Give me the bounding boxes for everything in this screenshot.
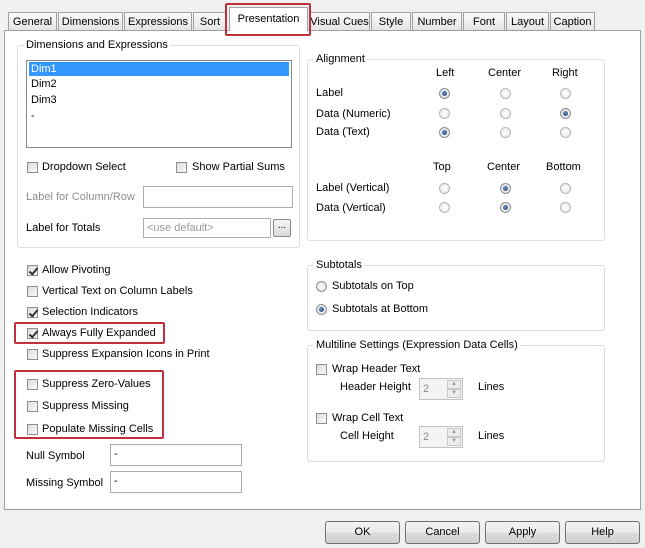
selection-indicators-checkbox[interactable] bbox=[27, 307, 38, 318]
list-item-dim2[interactable]: Dim2 bbox=[29, 77, 57, 91]
dropdown-select-checkbox[interactable] bbox=[27, 162, 38, 173]
tab-font[interactable]: Font bbox=[463, 12, 505, 30]
data-vertical-center-radio[interactable] bbox=[500, 202, 511, 213]
align-col-bottom: Bottom bbox=[546, 161, 581, 173]
numeric-align-center-radio[interactable] bbox=[500, 108, 511, 119]
suppress-expansion-icons-label: Suppress Expansion Icons in Print bbox=[42, 348, 210, 360]
apply-button[interactable]: Apply bbox=[485, 521, 560, 544]
vertical-text-checkbox[interactable] bbox=[27, 286, 38, 297]
align-col-top: Top bbox=[433, 161, 451, 173]
show-partial-sums-checkbox[interactable] bbox=[176, 162, 187, 173]
data-vertical-top-radio[interactable] bbox=[439, 202, 450, 213]
align-col-left: Left bbox=[436, 67, 455, 79]
subtotals-at-bottom-radio[interactable] bbox=[316, 304, 327, 315]
header-height-down-arrow-icon[interactable]: ▼ bbox=[447, 389, 461, 398]
tab-general[interactable]: General bbox=[8, 12, 57, 30]
subtotals-group bbox=[307, 265, 605, 331]
always-expanded-highlight bbox=[14, 322, 165, 344]
align-row-label: Label bbox=[316, 87, 343, 99]
subtotals-at-bottom-label: Subtotals at Bottom bbox=[332, 303, 428, 315]
cell-height-stepper[interactable]: 2 ▲ ▼ bbox=[419, 426, 463, 448]
data-vertical-bottom-radio[interactable] bbox=[560, 202, 571, 213]
suppress-expansion-icons-checkbox[interactable] bbox=[27, 349, 38, 360]
totals-browse-button[interactable]: ... bbox=[273, 219, 291, 237]
tab-style[interactable]: Style bbox=[371, 12, 411, 30]
dimensions-listbox[interactable]: Dim1 Dim2 Dim3 - bbox=[26, 60, 292, 148]
ok-button[interactable]: OK bbox=[325, 521, 400, 544]
dropdown-select-label: Dropdown Select bbox=[42, 161, 126, 173]
allow-pivoting-checkbox[interactable] bbox=[27, 265, 38, 276]
tab-expressions[interactable]: Expressions bbox=[124, 12, 192, 30]
label-vertical-center-radio[interactable] bbox=[500, 183, 511, 194]
cancel-button[interactable]: Cancel bbox=[405, 521, 480, 544]
subtotals-title: Subtotals bbox=[314, 259, 364, 272]
subtotals-on-top-label: Subtotals on Top bbox=[332, 280, 414, 292]
help-button[interactable]: Help bbox=[565, 521, 640, 544]
align-col-center: Center bbox=[488, 67, 522, 79]
vertical-text-label: Vertical Text on Column Labels bbox=[42, 285, 193, 297]
dimensions-expressions-title: Dimensions and Expressions bbox=[24, 39, 170, 52]
alignment-title: Alignment bbox=[314, 53, 367, 66]
numeric-align-right-radio[interactable] bbox=[560, 108, 571, 119]
text-align-left-radio[interactable] bbox=[439, 127, 450, 138]
label-align-right-radio[interactable] bbox=[560, 88, 571, 99]
wrap-cell-text-label: Wrap Cell Text bbox=[332, 412, 404, 424]
multiline-settings-title: Multiline Settings (Expression Data Cell… bbox=[314, 339, 520, 352]
text-align-right-radio[interactable] bbox=[560, 127, 571, 138]
label-vertical-top-radio[interactable] bbox=[439, 183, 450, 194]
list-item-dim1[interactable]: Dim1 bbox=[29, 62, 289, 76]
tab-number[interactable]: Number bbox=[412, 12, 462, 30]
subtotals-on-top-radio[interactable] bbox=[316, 281, 327, 292]
align-row-data-text: Data (Text) bbox=[316, 126, 370, 138]
label-align-left-radio[interactable] bbox=[439, 88, 450, 99]
null-symbol-label: Null Symbol bbox=[26, 450, 85, 462]
cell-height-up-arrow-icon[interactable]: ▲ bbox=[447, 428, 461, 437]
null-symbol-input[interactable]: - bbox=[110, 444, 242, 466]
cell-height-lines-label: Lines bbox=[478, 430, 505, 442]
list-item-dash[interactable]: - bbox=[29, 109, 35, 123]
align-col-right: Right bbox=[552, 67, 578, 79]
suppress-options-highlight bbox=[14, 370, 164, 439]
wrap-header-text-checkbox[interactable] bbox=[316, 364, 327, 375]
numeric-align-left-radio[interactable] bbox=[439, 108, 450, 119]
tab-caption[interactable]: Caption bbox=[550, 12, 595, 30]
list-item-dim3[interactable]: Dim3 bbox=[29, 93, 57, 107]
tab-dimensions[interactable]: Dimensions bbox=[58, 12, 123, 30]
header-height-label: Header Height bbox=[340, 381, 411, 393]
cell-height-label: Cell Height bbox=[340, 430, 394, 442]
align-row-data-numeric: Data (Numeric) bbox=[316, 108, 391, 120]
cell-height-down-arrow-icon[interactable]: ▼ bbox=[447, 437, 461, 446]
label-align-center-radio[interactable] bbox=[500, 88, 511, 99]
missing-symbol-label: Missing Symbol bbox=[26, 477, 104, 489]
label-for-totals-label: Label for Totals bbox=[26, 222, 101, 234]
tab-sort[interactable]: Sort bbox=[193, 12, 227, 30]
allow-pivoting-label: Allow Pivoting bbox=[42, 264, 111, 276]
label-column-row-input[interactable] bbox=[143, 186, 293, 208]
tab-visual-cues[interactable]: Visual Cues bbox=[309, 12, 370, 30]
label-for-totals-input[interactable]: <use default> bbox=[143, 218, 271, 238]
label-vertical-bottom-radio[interactable] bbox=[560, 183, 571, 194]
header-height-stepper[interactable]: 2 ▲ ▼ bbox=[419, 378, 463, 400]
show-partial-sums-label: Show Partial Sums bbox=[192, 161, 285, 173]
header-height-lines-label: Lines bbox=[478, 381, 505, 393]
cell-height-value: 2 bbox=[423, 431, 430, 443]
missing-symbol-input[interactable]: - bbox=[110, 471, 242, 493]
align-row-data-vertical: Data (Vertical) bbox=[316, 202, 386, 214]
wrap-cell-text-checkbox[interactable] bbox=[316, 413, 327, 424]
wrap-header-text-label: Wrap Header Text bbox=[332, 363, 421, 375]
presentation-tab-highlight bbox=[225, 3, 311, 36]
text-align-center-radio[interactable] bbox=[500, 127, 511, 138]
label-column-row-label: Label for Column/Row bbox=[26, 191, 135, 203]
header-height-value: 2 bbox=[423, 383, 430, 395]
tab-layout[interactable]: Layout bbox=[506, 12, 549, 30]
align-col-center-vertical: Center bbox=[487, 161, 521, 173]
header-height-up-arrow-icon[interactable]: ▲ bbox=[447, 380, 461, 389]
selection-indicators-label: Selection Indicators bbox=[42, 306, 138, 318]
align-row-label-vertical: Label (Vertical) bbox=[316, 182, 390, 194]
